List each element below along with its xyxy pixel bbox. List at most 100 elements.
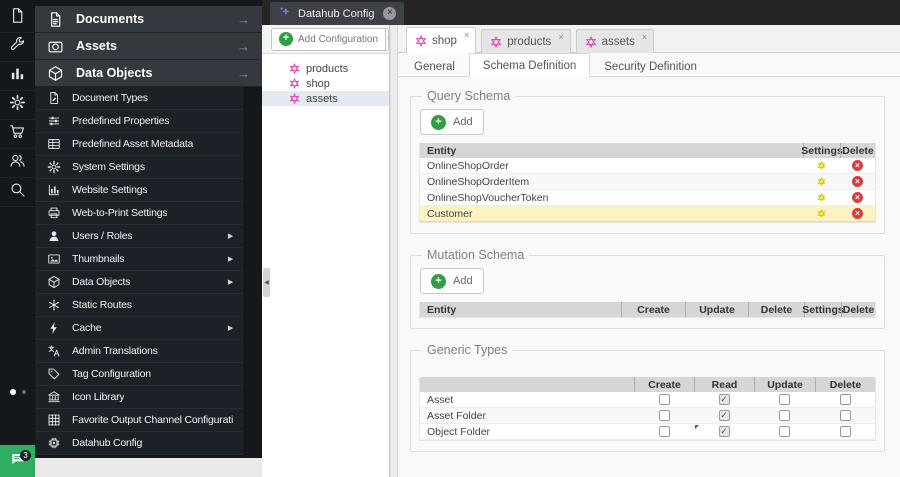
cube-icon <box>47 65 64 82</box>
column-header-entity-0: Entity <box>427 303 457 316</box>
delete-cell: × <box>840 158 875 173</box>
rail-document-button[interactable] <box>0 4 35 33</box>
menu-item-website-settings[interactable]: Website Settings <box>35 179 243 202</box>
tab-products[interactable]: products × <box>481 29 571 53</box>
rail-pager-dots <box>0 389 35 395</box>
menu-item-predefined-asset-metadata[interactable]: Predefined Asset Metadata <box>35 133 243 156</box>
rail-reports-button[interactable] <box>0 62 35 91</box>
close-icon[interactable]: × <box>558 32 563 42</box>
close-icon[interactable]: × <box>383 7 397 20</box>
delete-icon[interactable]: × <box>852 192 863 203</box>
delete-icon[interactable]: × <box>852 176 863 187</box>
menu-item-data-objects[interactable]: Data Objects ▶ <box>35 271 243 294</box>
query-schema-add-button[interactable]: + Add <box>420 109 484 135</box>
delete-cell <box>815 424 875 439</box>
tree-item-products[interactable]: products <box>262 61 389 76</box>
dirty-marker <box>695 425 699 429</box>
menu-item-icon-library[interactable]: Icon Library <box>35 386 243 409</box>
configuration-tabstrip: shop × products × assets × <box>398 25 900 53</box>
settings-icon[interactable] <box>816 176 827 187</box>
menu-header-data-objects[interactable]: Data Objects → <box>35 60 262 87</box>
read-checkbox[interactable]: ✓ <box>718 426 730 437</box>
delete-checkbox[interactable] <box>839 394 851 405</box>
reports-icon <box>9 65 26 87</box>
menu-item-thumbnails[interactable]: Thumbnails ▶ <box>35 248 243 271</box>
menu-header-label: Assets <box>76 39 117 53</box>
delete-icon[interactable]: × <box>852 160 863 171</box>
menu-header-label: Data Objects <box>76 66 153 80</box>
create-checkbox[interactable] <box>658 410 670 421</box>
query-schema-row: Customer × <box>420 206 875 222</box>
search-icon <box>9 181 26 203</box>
settings-icon[interactable] <box>816 208 827 219</box>
rail-search-button[interactable] <box>0 178 35 207</box>
update-checkbox[interactable] <box>779 410 790 421</box>
add-configuration-button[interactable]: + Add Configuration <box>272 29 385 50</box>
update-checkbox[interactable] <box>779 394 790 405</box>
panel-collapse-handle[interactable]: ◀ <box>263 268 270 297</box>
ecommerce-icon <box>9 123 26 145</box>
menu-item-favorite-output-channel-configurations[interactable]: Favorite Output Channel Configurations <box>35 409 243 432</box>
tree-item-shop[interactable]: shop <box>262 76 389 91</box>
menu-header-documents[interactable]: Documents → <box>35 6 262 33</box>
pager-dot[interactable] <box>21 390 26 394</box>
update-checkbox[interactable] <box>779 426 790 437</box>
settings-icon[interactable] <box>816 192 827 203</box>
column-header-delete-4: Delete <box>815 377 875 392</box>
hexagram-icon <box>289 93 300 104</box>
create-checkbox[interactable] <box>658 394 670 405</box>
query-schema-row: OnlineShopVoucherToken × <box>420 190 875 206</box>
arrow-right-icon: → <box>237 65 250 81</box>
users-icon <box>9 152 26 174</box>
update-cell <box>754 424 815 439</box>
add-configuration-dropdown[interactable]: ▼ <box>385 28 388 50</box>
delete-checkbox[interactable] <box>839 410 851 421</box>
generic-type-row: Asset ✓ <box>420 392 875 408</box>
menu-item-system-settings[interactable]: System Settings <box>35 156 243 179</box>
pager-dot-active[interactable] <box>9 389 16 395</box>
subtab-general[interactable]: General <box>400 55 469 77</box>
menu-header-assets[interactable]: Assets → <box>35 33 262 60</box>
subtab-schema-definition[interactable]: Schema Definition <box>468 53 591 77</box>
mutation-schema-fieldset: Mutation Schema + Add Entity Create Update… <box>410 248 885 329</box>
create-checkbox[interactable] <box>658 426 670 437</box>
rail-users-button[interactable] <box>0 149 35 178</box>
read-checkbox[interactable]: ✓ <box>718 410 730 421</box>
tree-item-assets[interactable]: assets <box>262 91 389 106</box>
menu-item-static-routes[interactable]: Static Routes <box>35 294 243 317</box>
mutation-schema-legend: Mutation Schema <box>427 248 525 262</box>
rail-tools-button[interactable] <box>0 33 35 62</box>
menu-item-tag-configuration[interactable]: Tag Configuration <box>35 363 243 386</box>
mutation-schema-add-button[interactable]: + Add <box>420 268 484 294</box>
rail-ecommerce-button[interactable] <box>0 120 35 149</box>
delete-icon[interactable]: × <box>852 208 863 219</box>
close-icon[interactable]: × <box>642 32 647 42</box>
panel-splitter[interactable] <box>390 25 398 477</box>
settings-icon[interactable] <box>816 160 827 171</box>
generic-types-table: Create Read Update Delete Asset ✓ Asset Folder… <box>419 377 876 441</box>
tab-shop[interactable]: shop × <box>406 27 477 53</box>
close-icon[interactable]: × <box>464 30 469 40</box>
notifications-chat-button[interactable]: 3 <box>0 445 35 477</box>
plus-icon: + <box>279 32 293 46</box>
delete-checkbox[interactable] <box>839 426 851 437</box>
update-cell <box>754 392 815 407</box>
generic-type-row: Object Folder ✓ <box>420 424 875 440</box>
subtab-security-definition[interactable]: Security Definition <box>590 55 711 77</box>
menu-item-datahub-config[interactable]: Datahub Config <box>35 432 243 455</box>
tab-assets[interactable]: assets × <box>575 29 655 53</box>
menu-item-predefined-properties[interactable]: Predefined Properties <box>35 110 243 133</box>
menu-item-web-to-print-settings[interactable]: Web-to-Print Settings <box>35 202 243 225</box>
gear-icon <box>47 160 61 174</box>
menu-item-cache[interactable]: Cache ▶ <box>35 317 243 340</box>
add-configuration-split-button[interactable]: + Add Configuration ▼ <box>271 27 389 51</box>
window-tab-datahub-config[interactable]: Datahub Config × <box>270 2 405 25</box>
read-checkbox[interactable]: ✓ <box>718 394 730 405</box>
menu-item-label: Cache <box>72 322 102 334</box>
file-icon <box>47 11 64 28</box>
rail-settings-button[interactable] <box>0 91 35 120</box>
menu-item-users-roles[interactable]: Users / Roles ▶ <box>35 225 243 248</box>
menu-item-admin-translations[interactable]: Admin Translations <box>35 340 243 363</box>
column-header-entity-0: Entity <box>427 144 457 157</box>
menu-item-document-types[interactable]: Document Types <box>35 87 243 110</box>
